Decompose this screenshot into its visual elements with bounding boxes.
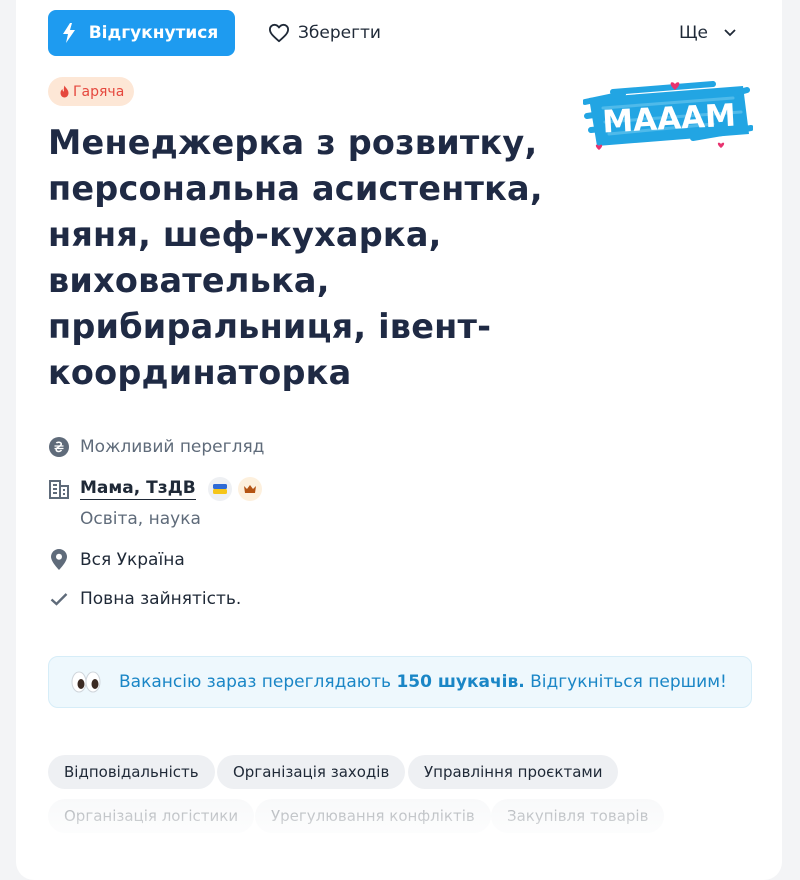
save-button[interactable]: Зберегти <box>268 10 381 56</box>
logo-wordmark: MAAAM <box>601 98 736 141</box>
hryvnia-icon <box>49 437 69 457</box>
flame-icon <box>60 85 69 98</box>
vacancy-toolbar: Відгукнутися Зберегти Ще <box>48 10 752 56</box>
skill-chip[interactable]: Закупівля товарів <box>491 799 665 833</box>
salary-text: Можливий перегляд <box>80 437 265 457</box>
checkmark-icon <box>50 593 68 606</box>
eyes-icon <box>53 671 119 693</box>
hot-badge: Гаряча <box>48 77 135 106</box>
viewers-count: 150 шукачів. <box>396 672 525 692</box>
location-pin-icon <box>51 549 67 570</box>
heart-icon <box>268 23 289 43</box>
employment-row: Повна зайнятість. <box>48 589 241 609</box>
save-button-label: Зберегти <box>298 23 381 43</box>
viewers-banner: Вакансію зараз переглядають 150 шукачів.… <box>48 656 752 708</box>
vacancy-title: Менеджерка з розвитку, персональна асист… <box>48 123 543 392</box>
skill-chip[interactable]: Відповідальність <box>48 755 215 789</box>
apply-button[interactable]: Відгукнутися <box>48 10 235 56</box>
ukraine-flag-icon <box>207 477 232 501</box>
skill-chip[interactable]: Управління проєктами <box>408 755 619 789</box>
building-icon <box>49 480 69 499</box>
crown-icon <box>237 477 262 501</box>
industry-row: Освіта, наука <box>80 509 201 529</box>
more-dropdown[interactable]: Ще <box>679 10 736 56</box>
hot-badge-label: Гаряча <box>73 83 125 100</box>
viewers-text: Вакансію зараз переглядають 150 шукачів.… <box>119 672 727 692</box>
company-link[interactable]: Мама, ТзДВ <box>80 478 196 500</box>
skill-chip[interactable]: Організація заходів <box>217 755 406 789</box>
skill-chip[interactable]: Організація логістики <box>48 799 255 833</box>
skill-chip[interactable]: Урегулювання конфліктів <box>255 799 491 833</box>
location-text: Вся Україна <box>80 549 185 570</box>
industry-text: Освіта, наука <box>80 509 201 529</box>
chevron-down-icon <box>724 29 736 37</box>
lightning-icon <box>62 23 75 43</box>
location-row: Вся Україна <box>48 549 185 570</box>
company-logo[interactable]: MAAAM <box>582 72 754 158</box>
employment-text: Повна зайнятість. <box>80 589 242 609</box>
apply-button-label: Відгукнутися <box>88 23 219 43</box>
more-dropdown-label: Ще <box>678 23 708 43</box>
salary-row: Можливий перегляд <box>48 437 264 457</box>
company-row: Мама, ТзДВ <box>48 477 262 501</box>
